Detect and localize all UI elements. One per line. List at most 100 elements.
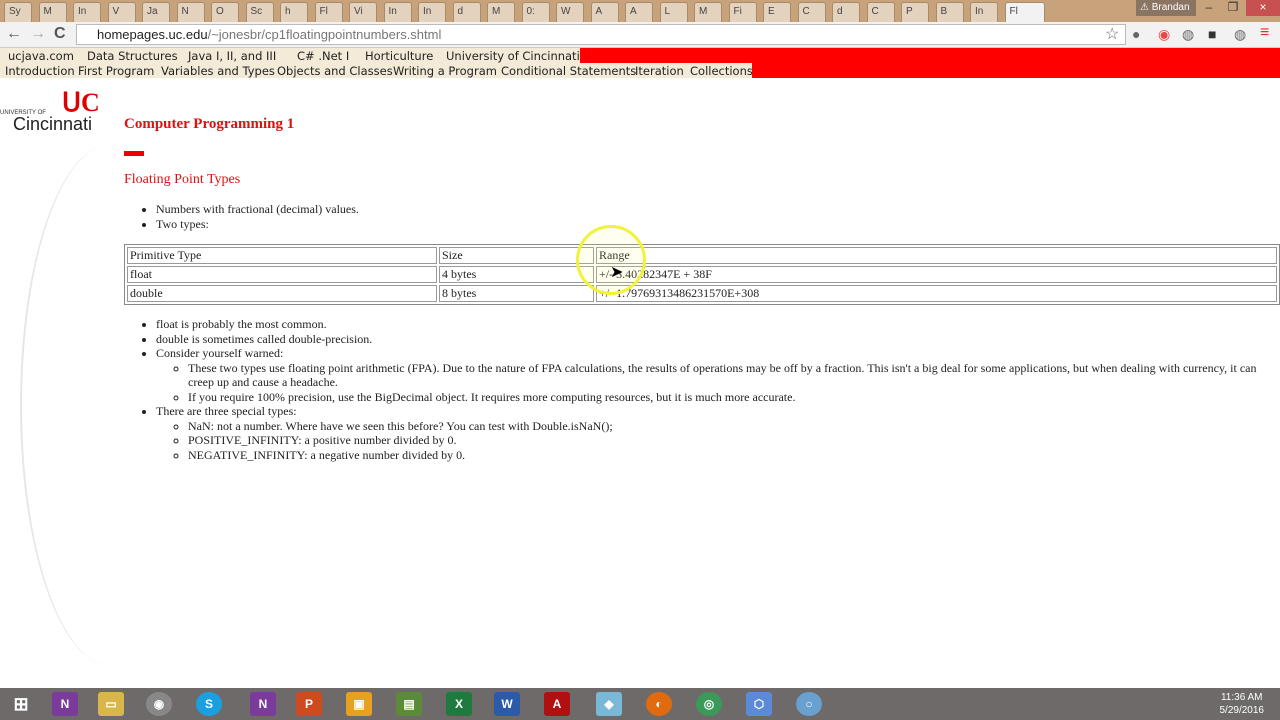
list-item-text: Consider yourself warned: [156,346,284,360]
nav-link[interactable]: Writing a Program [393,64,497,78]
browser-tab[interactable]: 0: [521,2,550,22]
list-item: NEGATIVE_INFINITY: a negative number div… [188,448,1266,463]
reload-button[interactable]: C [54,25,66,43]
special-types-sublist: NaN: not a number. Where have we seen th… [188,419,1266,463]
firefox-icon[interactable]: ◐ [646,692,672,716]
table-header-row: Primitive Type Size Range [127,247,1277,264]
nav-link[interactable]: University of Cincinnati [446,49,580,63]
mouse-pointer-icon: ➤ [610,262,624,281]
maximize-button[interactable]: ❐ [1220,0,1246,16]
list-item: These two types use floating point arith… [188,361,1266,390]
list-item: Two types: [156,217,359,232]
chart-app-icon[interactable]: ▤ [396,692,422,716]
notes-list: float is probably the most common. doubl… [156,317,1266,462]
app-2-icon[interactable]: ◆ [596,692,622,716]
nav-link[interactable]: Horticulture [365,49,433,63]
nav-link[interactable]: Data Structures [87,49,178,63]
logo-big-text: Cincinnati [13,114,93,134]
start-button-icon[interactable]: ⊞ [8,692,34,716]
browser-tab[interactable]: A [590,2,619,22]
bookmark-star-icon[interactable]: ☆ [1105,24,1119,44]
app-icon[interactable]: ▣ [346,692,372,716]
cell: +/- 1.79769313486231570E+308 [596,285,1277,302]
profile-button[interactable]: ⚠ Brandan [1136,0,1196,16]
browser-tab[interactable]: In [418,2,446,22]
extension-icon[interactable]: ■ [1208,26,1216,42]
app-3-icon[interactable]: ○ [796,692,822,716]
browser-tab[interactable]: B [935,2,964,22]
onenote-icon[interactable]: N [52,692,78,716]
browser-tab[interactable]: Vi [349,2,377,22]
browser-tab[interactable]: C [866,2,895,22]
browser-tab[interactable]: W [556,2,584,22]
browser-tab[interactable]: Ja [142,2,170,22]
browser-tab[interactable]: M [487,2,515,22]
database-extension-icon-2[interactable]: ◍ [1234,26,1246,43]
browser-tab[interactable]: E [763,2,791,22]
browser-tab[interactable]: In [73,2,101,22]
chrome-menu-icon[interactable]: ≡ [1260,24,1269,42]
browser-tab[interactable]: N [176,2,205,22]
network-app-icon[interactable]: ◎ [696,692,722,716]
nav-link[interactable]: Variables and Types [161,64,275,78]
forward-button[interactable]: → [30,25,46,43]
cell: 4 bytes [439,266,594,283]
browser-tab[interactable]: d [452,2,481,22]
browser-tab[interactable]: In [970,2,998,22]
excel-icon[interactable]: X [446,692,472,716]
close-window-button[interactable]: × [1246,0,1280,16]
browser-tab[interactable]: V [107,2,136,22]
word-icon[interactable]: W [494,692,520,716]
list-item: There are three special types: NaN: not … [156,404,1266,462]
nav-link[interactable]: Java I, II, and III [188,49,276,63]
address-bar[interactable]: homepages.uc.edu/~jonesbr/cp1floatingpoi… [76,24,1126,45]
skype-icon[interactable]: S [196,692,222,716]
types-table: Primitive Type Size Range float 4 bytes … [124,244,1280,305]
maps-extension-icon[interactable]: ◉ [1158,26,1170,43]
back-button[interactable]: ← [6,25,22,43]
browser-tab[interactable]: A [625,2,653,22]
browser-tab[interactable]: Fi [728,2,757,22]
virtualbox-icon[interactable]: ⬡ [746,692,772,716]
browser-tab[interactable]: C [797,2,826,22]
powerpoint-icon[interactable]: P [296,692,322,716]
cell: +/- 3.40282347E + 38F [596,266,1277,283]
uc-logo[interactable]: ꓴC UNIVERSITY OF Cincinnati [0,88,102,136]
nav-link[interactable]: Conditional Statements [501,64,636,78]
browser-tab[interactable]: Fl [1004,2,1045,22]
browser-tab[interactable]: h [280,2,308,22]
file-explorer-icon[interactable]: ▭ [98,692,124,716]
browser-tab[interactable]: Sy [4,2,32,22]
nav-link[interactable]: ucjava.com [8,49,74,63]
onenote-2-icon[interactable]: N [250,692,276,716]
nav-link[interactable]: Objects and Classes [277,64,393,78]
taskbar: ⊞ N ▭ ◉ S N P ▣ ▤ X W A ◆ ◐ ◎ ⬡ ○ 11:36 … [0,688,1280,720]
database-extension-icon[interactable]: ◍ [1182,26,1194,43]
browser-tab[interactable]: L [659,2,688,22]
nav-link[interactable]: C# .Net I [297,49,349,63]
nav-link[interactable]: Collections [690,64,753,78]
system-clock[interactable]: 11:36 AM 5/29/2016 [1220,691,1265,717]
browser-tab[interactable]: In [383,2,412,22]
browser-toolbar: ← → C homepages.uc.edu/~jonesbr/cp1float… [0,22,1280,48]
list-item: Consider yourself warned: These two type… [156,346,1266,404]
browser-tab[interactable]: Sc [245,2,274,22]
minimize-button[interactable]: – [1196,0,1222,16]
list-item: If you require 100% precision, use the B… [188,390,1266,405]
browser-tab[interactable]: M [38,2,67,22]
chrome-icon[interactable]: ◉ [146,692,172,716]
nav-link[interactable]: Iteration [635,64,684,78]
clock-time: 11:36 AM [1220,692,1263,703]
browser-tab[interactable]: O [211,2,239,22]
hangouts-extension-icon[interactable]: ● [1132,26,1140,42]
nav-link[interactable]: Introduction [5,64,75,78]
profile-name: Brandan [1151,2,1190,13]
browser-tab[interactable]: M [694,2,722,22]
nav-link[interactable]: First Program [78,64,154,78]
list-item: double is sometimes called double-precis… [156,332,1266,347]
acrobat-icon[interactable]: A [544,692,570,716]
cursor-highlight [576,225,646,295]
browser-tab[interactable]: d [832,2,860,22]
browser-tab[interactable]: P [901,2,929,22]
browser-tab[interactable]: Fl [314,2,343,22]
